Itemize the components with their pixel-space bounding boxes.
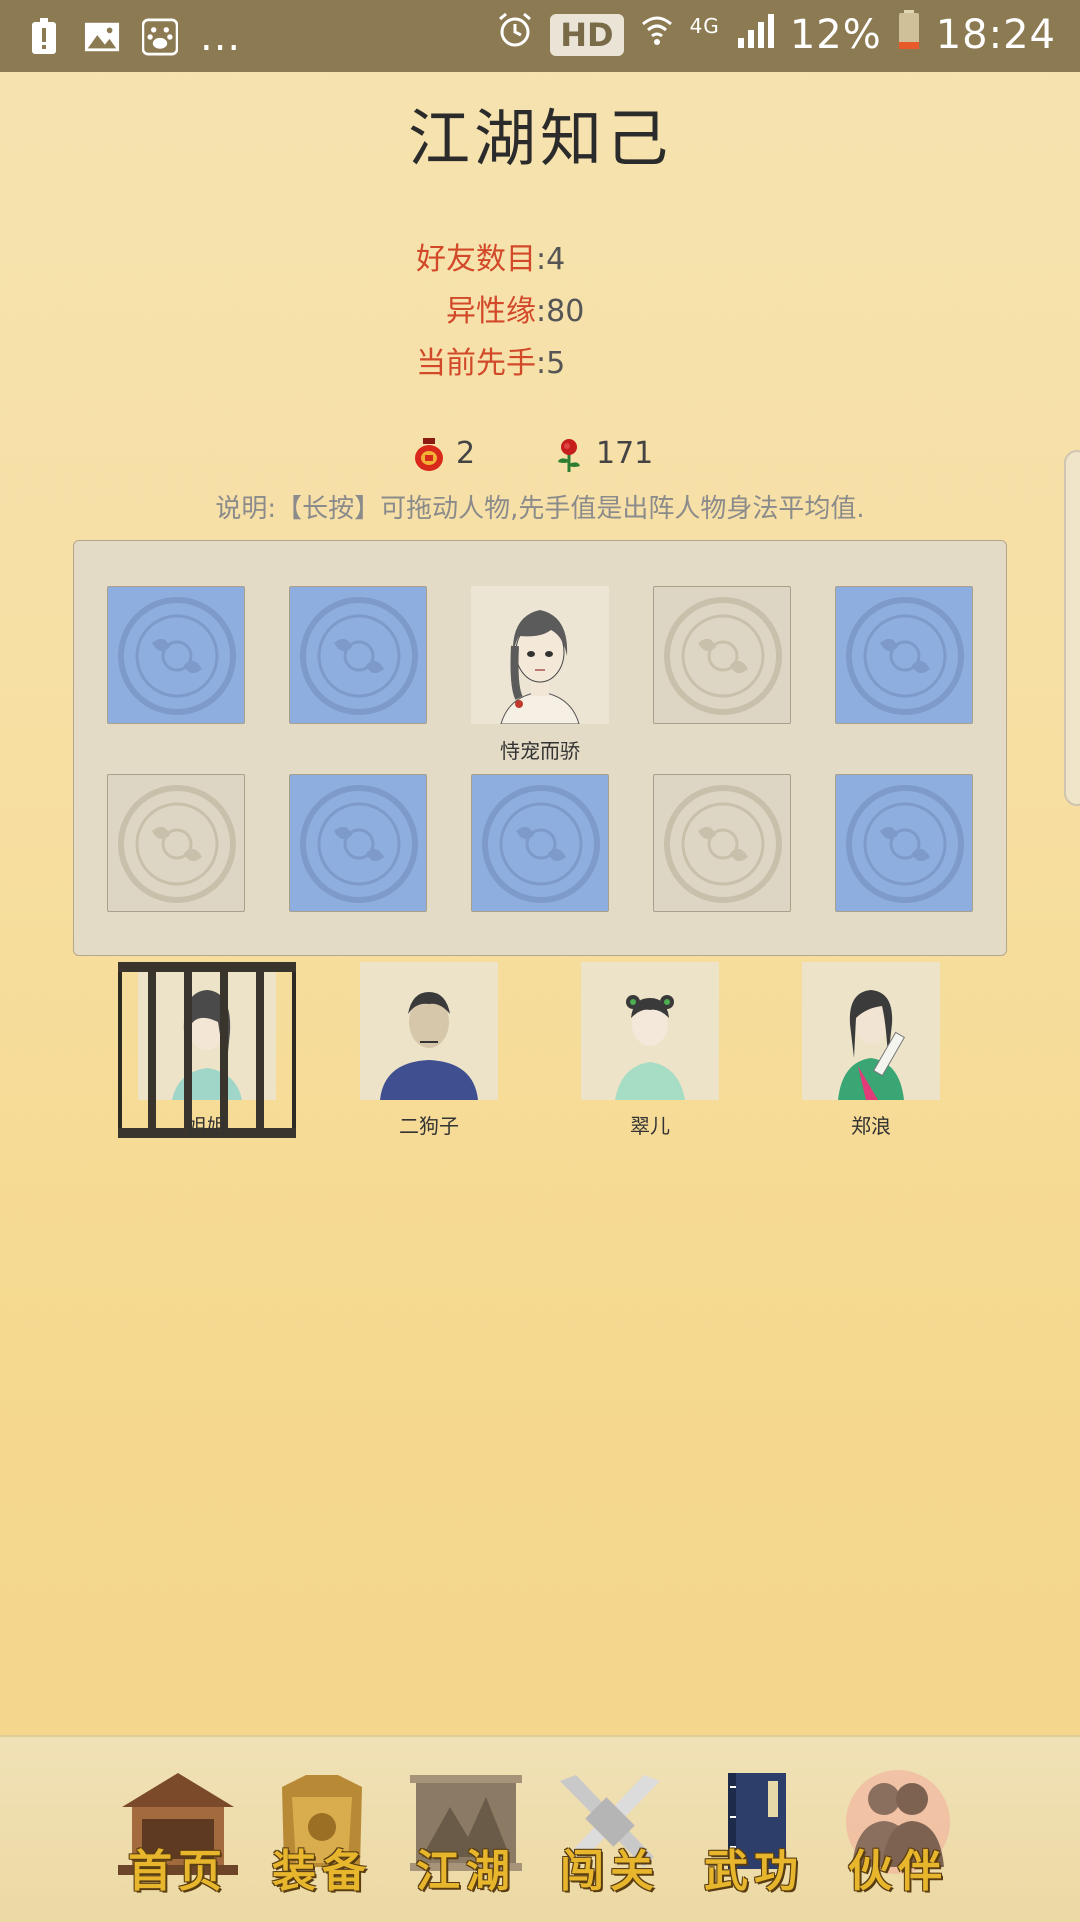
emblem-icon — [664, 785, 782, 903]
stat-value: :4 — [536, 242, 566, 277]
formation-slot[interactable] — [471, 774, 609, 912]
character-card-cuier[interactable] — [581, 962, 719, 1100]
character-portrait — [802, 962, 940, 1100]
rose-icon — [554, 438, 584, 472]
nav-label: 闯关 — [560, 1846, 660, 1897]
clock: 18:24 — [935, 11, 1056, 58]
formation-slot[interactable] — [289, 774, 427, 912]
nav-jianghu[interactable]: 江湖 — [396, 1757, 536, 1907]
nav-label: 江湖 — [416, 1846, 516, 1897]
status-bar: ... HD 4G 12% 18:24 — [0, 0, 1080, 72]
signal-icon — [736, 12, 774, 57]
network-type: 4G — [689, 13, 720, 38]
emblem-icon — [118, 597, 236, 715]
character-name: 二狗子 — [399, 1114, 459, 1138]
character-card-ergouzi[interactable] — [360, 962, 498, 1100]
stat-label: 当前先手 — [416, 346, 536, 381]
battery-percent: 12% — [789, 11, 882, 58]
female-character-portrait — [471, 586, 609, 724]
rose-count: 171 — [596, 436, 654, 471]
emblem-icon — [300, 785, 418, 903]
alarm-icon — [496, 11, 534, 58]
emblem-icon — [482, 785, 600, 903]
baidu-icon — [142, 17, 178, 57]
stat-label: 好友数目 — [416, 242, 536, 277]
formation-slot[interactable] — [107, 774, 245, 912]
side-drawer-handle[interactable] — [1064, 450, 1080, 806]
nav-label: 装备 — [272, 1846, 372, 1897]
formation-slot-occupied[interactable] — [471, 586, 609, 724]
formation-board: 恃宠而骄 — [73, 540, 1007, 956]
formation-slot[interactable] — [835, 586, 973, 724]
formation-slot[interactable] — [653, 774, 791, 912]
formation-slot[interactable] — [107, 586, 245, 724]
wine-pot-icon — [414, 438, 444, 472]
bottom-nav: 首页 装备 江湖 闯关 武功 伙伴 — [0, 1735, 1080, 1922]
description-text: 说明:【长按】可拖动人物,先手值是出阵人物身法平均值. — [215, 494, 865, 524]
emblem-icon — [846, 785, 964, 903]
stat-label: 异性缘 — [446, 294, 536, 329]
character-name: 姐姐 — [187, 1114, 227, 1138]
nav-martial-arts[interactable]: 武功 — [684, 1757, 824, 1907]
formation-slot[interactable] — [289, 586, 427, 724]
page-title: 江湖知己 — [407, 102, 672, 175]
nav-label: 武功 — [704, 1846, 804, 1897]
emblem-icon — [118, 785, 236, 903]
pot-count: 2 — [456, 436, 476, 471]
gallery-icon — [84, 17, 120, 57]
stat-initiative: 当前先手:5 — [330, 338, 750, 381]
nav-challenge[interactable]: 闯关 — [540, 1757, 680, 1907]
character-portrait — [581, 962, 719, 1100]
alert-icon — [26, 17, 62, 57]
formation-slot[interactable] — [653, 586, 791, 724]
stat-charm: 异性缘:80 — [330, 286, 750, 329]
emblem-icon — [664, 597, 782, 715]
nav-home[interactable]: 首页 — [108, 1757, 248, 1907]
resource-row: 2 171 — [0, 434, 1080, 478]
formation-slot[interactable] — [835, 774, 973, 912]
wifi-icon — [640, 12, 674, 57]
nav-equipment[interactable]: 装备 — [252, 1757, 392, 1907]
nav-label: 伙伴 — [848, 1846, 948, 1897]
more-notifications: ... — [200, 14, 242, 60]
stat-value: :80 — [536, 294, 585, 329]
character-name: 郑浪 — [851, 1114, 891, 1138]
stat-friend-count: 好友数目:4 — [330, 234, 750, 277]
character-name: 翠儿 — [630, 1114, 670, 1138]
battery-icon — [898, 10, 920, 59]
emblem-icon — [846, 597, 964, 715]
nav-label: 首页 — [128, 1846, 228, 1897]
emblem-icon — [300, 597, 418, 715]
stat-value: :5 — [536, 346, 566, 381]
nav-partners[interactable]: 伙伴 — [828, 1757, 968, 1907]
character-card-zhenglang[interactable] — [802, 962, 940, 1100]
formation-slot-label: 恃宠而骄 — [500, 739, 580, 763]
character-portrait — [360, 962, 498, 1100]
hd-badge: HD — [550, 13, 624, 56]
